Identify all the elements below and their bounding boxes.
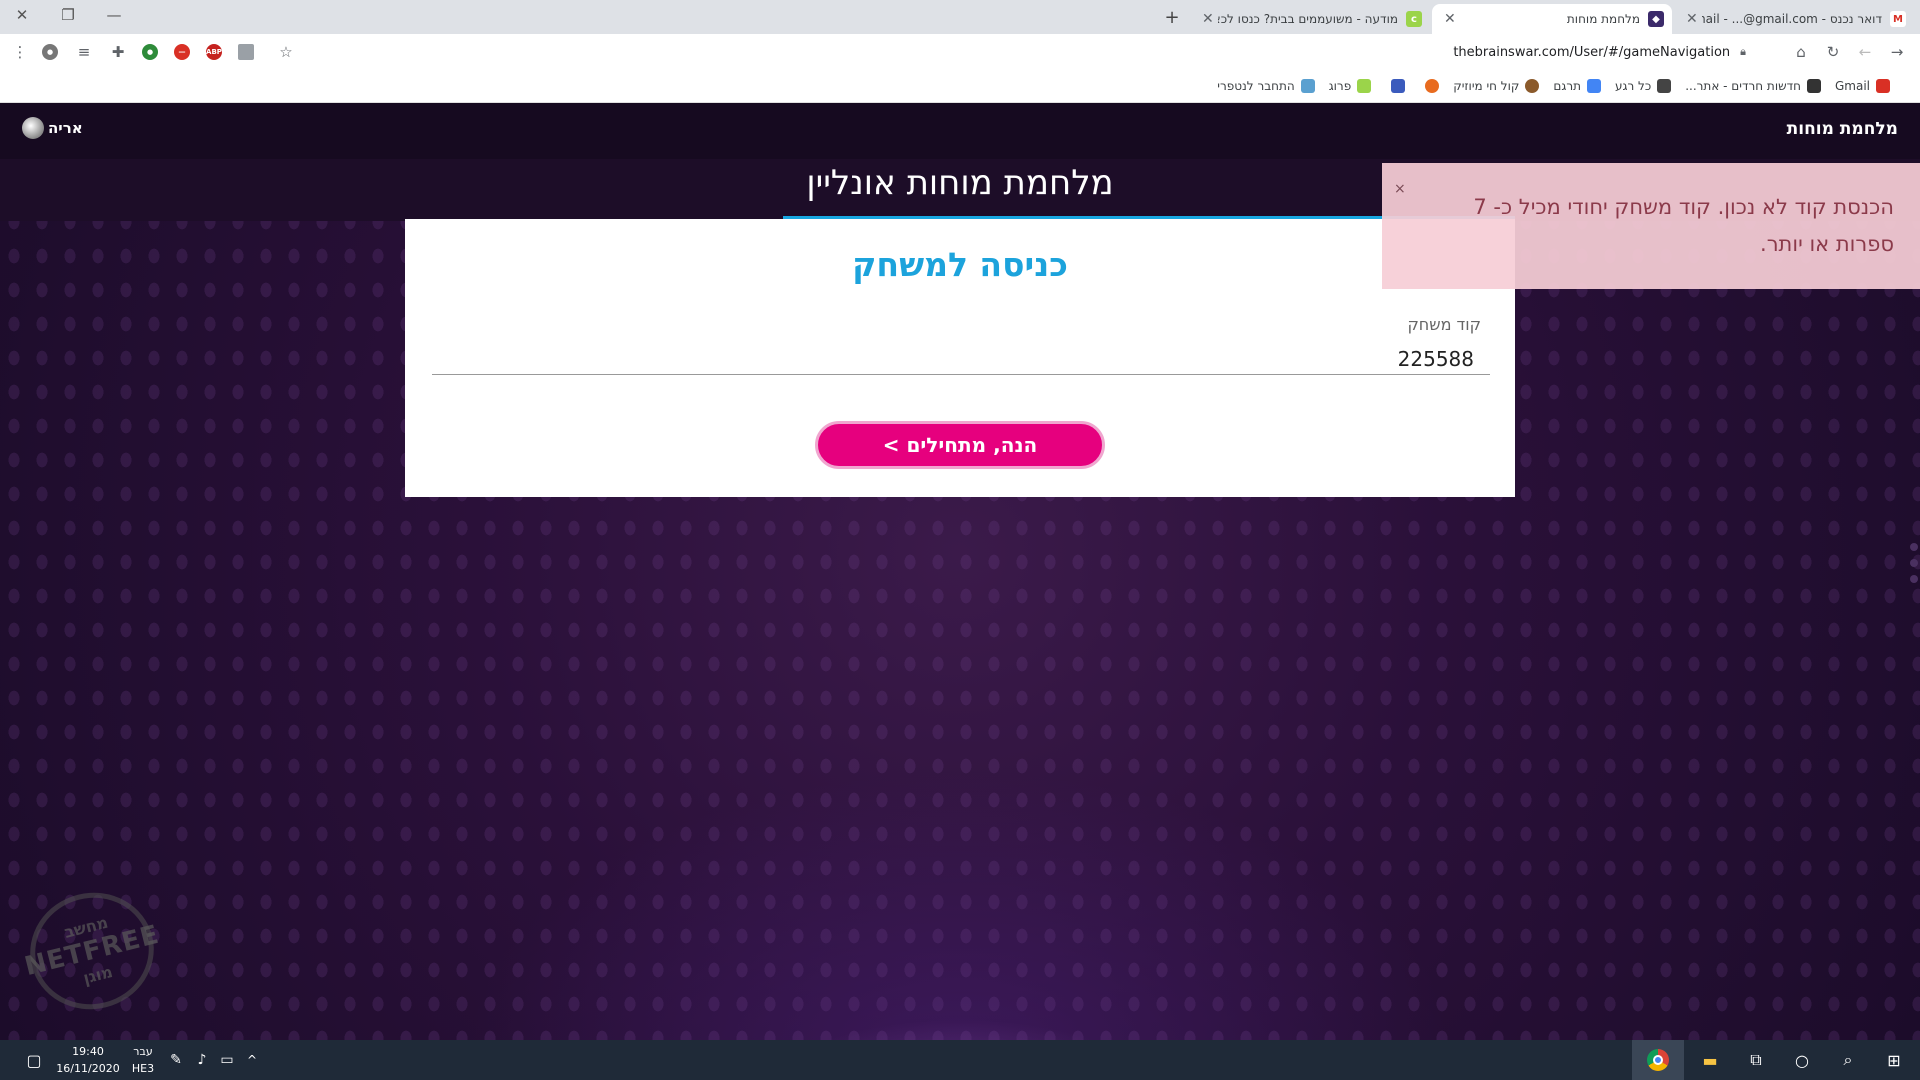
start-game-button[interactable]: הנה, מתחילים > [815, 421, 1105, 469]
indicator-dot[interactable] [1910, 559, 1918, 567]
clock-date: 16/11/2020 [56, 1062, 120, 1075]
music-site-icon [1525, 79, 1540, 93]
news-site-icon [1806, 79, 1821, 93]
windows-taskbar: ▢ 19:40 16/11/2020 עבר HE3 ✎ ♪ ▭ ^ ▬ ⧉ ○… [0, 1040, 1920, 1080]
bookmark-item[interactable]: כל רגע [1615, 79, 1672, 93]
extension-icon[interactable]: ● [42, 44, 58, 60]
tab-gmail[interactable]: M דואר נכנס - Gmail - ...@gmail.com ✕ [1674, 4, 1914, 34]
bookmark-item[interactable]: תרגם [1553, 79, 1601, 93]
game-code-label: קוד משחק [1407, 315, 1481, 334]
task-view-icon[interactable]: ⧉ [1734, 1040, 1778, 1080]
site-icon [1425, 79, 1440, 93]
file-explorer-icon[interactable]: ▬ [1688, 1040, 1732, 1080]
error-message: הכנסת קוד לא נכון. קוד משחק יחודי מכיל כ… [1473, 195, 1894, 256]
new-tab-button[interactable]: + [1160, 4, 1184, 30]
bookmark-item[interactable] [1419, 79, 1440, 93]
address-bar[interactable]: thebrainswar.com/User/#/gameNavigation 🔒… [300, 38, 1770, 66]
close-tab-icon[interactable]: ✕ [1198, 11, 1218, 27]
adblock-icon[interactable]: ABP [206, 44, 222, 60]
cortana-icon[interactable]: ○ [1780, 1040, 1824, 1080]
minimize-window-icon[interactable]: — [94, 0, 134, 30]
volume-icon[interactable]: ♪ [190, 1040, 214, 1080]
forward-icon[interactable]: ← [1853, 40, 1877, 64]
ad-site-icon: c [1406, 11, 1422, 27]
user-name: אריה [48, 119, 83, 137]
reload-icon[interactable]: ↻ [1821, 40, 1845, 64]
clock-time: 19:40 [72, 1045, 104, 1058]
close-tab-icon[interactable]: ✕ [1682, 11, 1702, 27]
close-tab-icon[interactable]: ✕ [1440, 11, 1460, 27]
reading-list-icon[interactable]: ≡ [72, 40, 96, 64]
chevron-up-icon[interactable]: ^ [240, 1040, 264, 1080]
brainswar-icon: ◆ [1648, 11, 1664, 27]
news-site-icon [1657, 79, 1672, 93]
bookmark-item[interactable]: Gmail [1835, 79, 1890, 93]
tab-brainswar[interactable]: ◆ מלחמת מוחות ✕ [1432, 4, 1672, 34]
bookmark-item[interactable]: פרוג [1329, 79, 1372, 93]
site-icon [1391, 79, 1406, 93]
lock-icon: 🔒︎ [1740, 45, 1746, 58]
tab-ad[interactable]: c מודעה - משועממים בבית? כנסו לכאן ✕ [1190, 4, 1430, 34]
error-toast: × הכנסת קוד לא נכון. קוד משחק יחודי מכיל… [1382, 163, 1920, 289]
close-window-icon[interactable]: ✕ [2, 0, 42, 30]
block-icon[interactable]: — [174, 44, 190, 60]
home-icon[interactable]: ⌂ [1789, 40, 1813, 64]
windows-start-icon[interactable]: ⊞ [1872, 1040, 1916, 1080]
join-game-card: כניסה למשחק קוד משחק הנה, מתחילים > [405, 219, 1515, 497]
bookmark-item[interactable]: התחבר לנטפרי [1217, 79, 1315, 93]
gmail-icon [1876, 79, 1890, 93]
tab-title: מלחמת מוחות [1566, 12, 1640, 26]
extensions-puzzle-icon[interactable]: ✚ [106, 40, 130, 64]
site-brand[interactable]: מלחמת מוחות [1787, 119, 1898, 139]
netfree-icon [1300, 79, 1315, 93]
chrome-taskbar-icon[interactable] [1632, 1040, 1684, 1080]
tab-title: מודעה - משועממים בבית? כנסו לכאן [1217, 12, 1398, 26]
tab-strip: ✕ ❐ — + c מודעה - משועממים בבית? כנסו לכ… [0, 0, 1920, 34]
bookmarks-bar: Gmail חדשות חרדים - אתר... כל רגע תרגם ק… [0, 70, 1920, 103]
menu-icon[interactable]: ⋮ [8, 40, 32, 64]
user-menu[interactable]: אריה [22, 117, 83, 139]
scroll-indicator[interactable] [1910, 543, 1918, 591]
browser-toolbar: ⋮ ● ≡ ✚ ● — ABP ☆ ⚷ thebrainswar.com/Use… [0, 34, 1920, 70]
translate-icon [1587, 79, 1601, 93]
bookmark-star-icon[interactable]: ☆ [274, 40, 298, 64]
pen-icon[interactable]: ✎ [164, 1040, 188, 1080]
game-code-input[interactable] [432, 343, 1490, 375]
url-text: thebrainswar.com/User/#/gameNavigation [1453, 44, 1731, 60]
join-game-title: כניסה למשחק [852, 245, 1068, 284]
tab-title: דואר נכנס - Gmail - ...@gmail.com [1702, 12, 1882, 26]
clock[interactable]: 19:40 16/11/2020 [56, 1043, 120, 1077]
language-indicator[interactable]: עבר HE3 [128, 1043, 158, 1077]
page-content: מלחמת מוחות אריה מלחמת מוחות אונליין כני… [0, 103, 1920, 1040]
notifications-icon[interactable]: ▢ [14, 1040, 54, 1080]
gmail-icon: M [1890, 11, 1906, 27]
prog-icon [1357, 79, 1372, 93]
back-icon[interactable]: → [1885, 40, 1909, 64]
network-icon[interactable]: ▭ [214, 1040, 240, 1080]
bookmark-item[interactable] [1385, 79, 1406, 93]
search-icon[interactable]: ⌕ [1826, 1040, 1870, 1080]
extension-icon[interactable]: ● [142, 44, 158, 60]
bookmark-item[interactable]: חדשות חרדים - אתר... [1685, 79, 1821, 93]
indicator-dot[interactable] [1910, 543, 1918, 551]
indicator-dot[interactable] [1910, 575, 1918, 583]
restore-window-icon[interactable]: ❐ [48, 0, 88, 30]
extension-icon[interactable] [238, 44, 254, 60]
site-header: מלחמת מוחות אריה [0, 103, 1920, 159]
bookmark-item[interactable]: קול חי מיוזיק [1453, 79, 1540, 93]
close-icon[interactable]: × [1394, 171, 1406, 208]
avatar [22, 117, 44, 139]
